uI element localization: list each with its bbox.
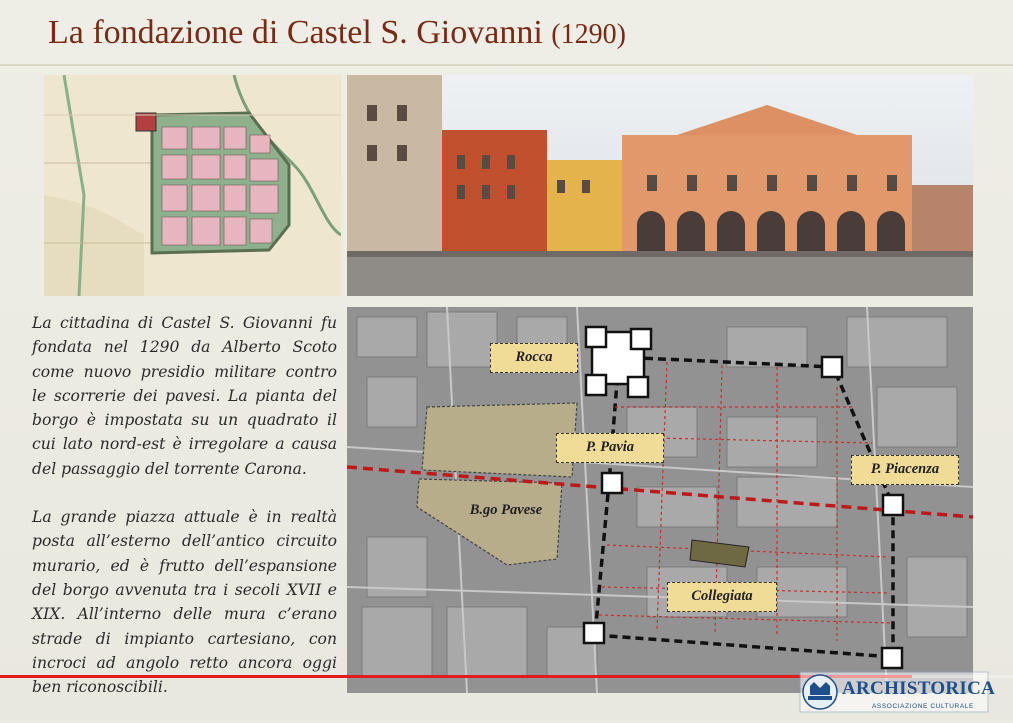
title-text: La fondazione di Castel S. Giovanni (48, 14, 543, 51)
slide: La fondazione di Castel S. Giovanni (129… (0, 0, 1013, 720)
paragraph-2: La grande piazza attuale è in realtà pos… (32, 508, 337, 697)
title-year: (1290) (551, 19, 626, 50)
video-progress-fill (0, 675, 912, 678)
map-label-rocca: Rocca (490, 343, 578, 373)
map-label-porta-piacenza: P. Piacenza (851, 455, 959, 485)
paragraph-1: La cittadina di Castel S. Giovanni fu fo… (32, 314, 337, 478)
map-label-porta-pavia: P. Pavia (556, 433, 664, 463)
aerial-town-plan (347, 307, 973, 693)
map-label-borgo-pavese: B.go Pavese (469, 502, 543, 518)
historical-map-image (44, 75, 341, 296)
logo-subtitle: ASSOCIAZIONE CULTURALE (872, 703, 974, 710)
town-square-photo (347, 75, 973, 296)
description-text: La cittadina di Castel S. Giovanni fu fo… (32, 311, 337, 723)
title-divider (0, 64, 1013, 66)
logo-name: ARCHISTORICA (842, 678, 996, 699)
slide-title: La fondazione di Castel S. Giovanni (129… (48, 14, 626, 52)
map-label-collegiata: Collegiata (667, 582, 777, 612)
